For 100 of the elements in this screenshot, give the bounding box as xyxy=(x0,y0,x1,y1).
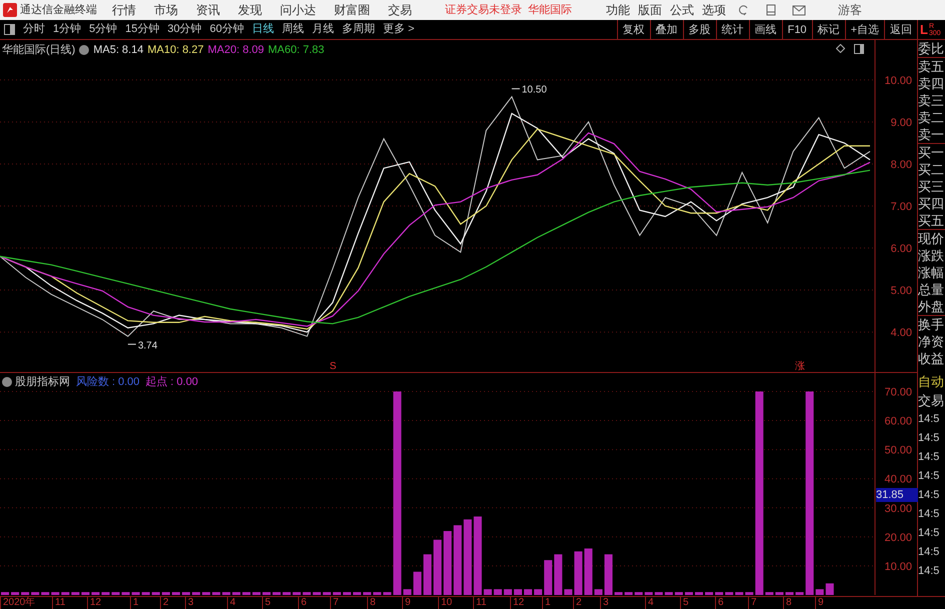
toolbar-button[interactable]: 复权 xyxy=(616,20,650,40)
indicator-bar xyxy=(785,592,794,595)
period-tab[interactable]: 日线 xyxy=(248,21,278,38)
period-tab[interactable]: 周线 xyxy=(278,21,308,38)
date-axis-label: 3 xyxy=(185,597,194,609)
indicator-bar xyxy=(363,592,372,595)
menu-item[interactable]: 资讯 xyxy=(196,1,220,19)
indicator-bar xyxy=(252,592,260,595)
indicator-bar xyxy=(514,589,522,595)
toolbar-button[interactable]: 多股 xyxy=(682,20,716,40)
indicator-bar xyxy=(342,592,351,595)
indicator-bar xyxy=(504,589,512,595)
indicator-bar xyxy=(262,592,271,595)
menu-item[interactable]: 市场 xyxy=(154,1,178,19)
toolbar-button[interactable]: 叠加 xyxy=(650,20,683,40)
toolbar-button[interactable]: F10 xyxy=(782,20,812,40)
indicator-bar xyxy=(775,592,784,595)
date-axis-label: 9 xyxy=(402,597,411,609)
trade-label[interactable]: 交易 xyxy=(918,391,945,410)
toolbar-button[interactable]: +自选 xyxy=(844,20,884,40)
indicator-bar xyxy=(232,592,240,595)
quote-field-label: 委比 xyxy=(918,40,945,57)
toolbar-button[interactable]: 画线 xyxy=(748,20,782,40)
indicator-bar xyxy=(624,592,633,595)
date-axis-label: 7 xyxy=(330,597,339,609)
date-axis-label: 5 xyxy=(262,597,271,609)
ma-legend: MA60: 7.83 xyxy=(268,42,324,58)
indicator-bar xyxy=(664,592,673,595)
menu-item[interactable]: 问小达 xyxy=(280,1,316,19)
indicator-bar xyxy=(132,592,140,595)
quote-field-label: 总量 xyxy=(918,281,945,298)
quote-field-label: 收益 xyxy=(918,350,945,367)
toolbar-button[interactable]: 统计 xyxy=(716,20,749,40)
quote-field-label: 净资 xyxy=(918,333,945,350)
indicator-axis-label: 40.00 xyxy=(884,474,912,486)
trade-time: 14:5 xyxy=(918,450,940,465)
indicator-bar xyxy=(494,589,502,595)
date-axis-label: 1 xyxy=(130,597,139,609)
indicator-value: : 0.00 xyxy=(112,375,140,390)
period-tab[interactable]: 15分钟 xyxy=(121,21,164,38)
indicator-bar xyxy=(534,589,542,595)
annotation: 10.50 xyxy=(522,84,548,96)
quote-field-label: 买二 xyxy=(918,161,945,178)
indicator-bar xyxy=(322,592,331,595)
panel-toggle-icon[interactable] xyxy=(854,44,864,54)
period-tab[interactable]: 分时 xyxy=(19,21,49,38)
quote-field-label: 买四 xyxy=(918,195,945,212)
toolbar-button[interactable]: 标记 xyxy=(812,20,845,40)
date-axis-label: 1 xyxy=(542,597,551,609)
menu-item[interactable]: 选项 xyxy=(702,1,726,19)
menu-item[interactable]: 公式 xyxy=(670,1,694,19)
cursor-value-label: 31.85 xyxy=(876,488,918,502)
indicator-axis-label: 30.00 xyxy=(884,502,912,515)
trade-time: 14:5 xyxy=(918,431,940,446)
period-tab[interactable]: 5分钟 xyxy=(85,21,122,38)
toolbar-button[interactable]: 返回 xyxy=(884,20,917,40)
quote-field-label: 涨幅 xyxy=(918,264,945,281)
date-axis-label: 11 xyxy=(52,597,66,609)
menu-item[interactable]: 交易 xyxy=(388,1,412,19)
indicator-bar xyxy=(403,589,412,595)
mail-icon[interactable] xyxy=(792,4,806,16)
indicator-bar xyxy=(202,592,210,595)
indicator-bar xyxy=(302,592,311,595)
indicator-bar xyxy=(92,592,100,595)
menu-item[interactable]: 财富圈 xyxy=(334,1,370,19)
indicator-bar xyxy=(554,554,562,595)
trade-time: 14:5 xyxy=(918,564,940,579)
period-tab[interactable]: 30分钟 xyxy=(164,21,206,38)
indicator-bar xyxy=(222,592,230,595)
indicator-axis-label: 10.00 xyxy=(884,560,912,573)
menu-item[interactable]: 功能 xyxy=(606,1,630,19)
menu-item[interactable]: 发现 xyxy=(238,1,262,19)
price-axis-label: 10.00 xyxy=(884,74,912,87)
indicator-bar xyxy=(242,592,250,595)
menu-item[interactable]: 行情 xyxy=(112,1,136,19)
indicator-bar xyxy=(725,592,734,595)
panel-toggle-icon[interactable] xyxy=(4,24,15,35)
quote-field-label: 卖二 xyxy=(918,109,945,126)
period-tab[interactable]: 1分钟 xyxy=(49,21,86,38)
period-tab[interactable]: 月线 xyxy=(308,21,338,38)
quote-field-label: 买五 xyxy=(918,212,945,229)
quote-field-label: 卖一 xyxy=(918,126,945,143)
trade-time: 14:5 xyxy=(918,469,940,484)
indicator-bar xyxy=(373,592,382,595)
quote-field-label: 卖五 xyxy=(918,58,945,75)
diamond-icon[interactable] xyxy=(836,44,845,53)
indicator-bar xyxy=(423,554,432,595)
indicator-bar xyxy=(1,592,10,595)
annotation: 3.74 xyxy=(138,340,158,352)
ma-legend: MA5: 8.14 xyxy=(93,42,144,58)
period-tab[interactable]: 多周期 xyxy=(338,21,379,38)
menu-item[interactable]: 版面 xyxy=(638,1,662,19)
period-tab[interactable]: 60分钟 xyxy=(206,21,248,38)
period-tab[interactable]: 更多 > xyxy=(379,21,418,38)
guest-user-label[interactable]: 游客 xyxy=(838,1,862,19)
refresh-icon[interactable] xyxy=(738,4,750,16)
trade-label[interactable]: 自动 xyxy=(918,372,945,391)
indicator-label: 起点 xyxy=(146,374,168,390)
indicator-bar xyxy=(674,592,683,595)
indicator-bar xyxy=(634,592,643,595)
